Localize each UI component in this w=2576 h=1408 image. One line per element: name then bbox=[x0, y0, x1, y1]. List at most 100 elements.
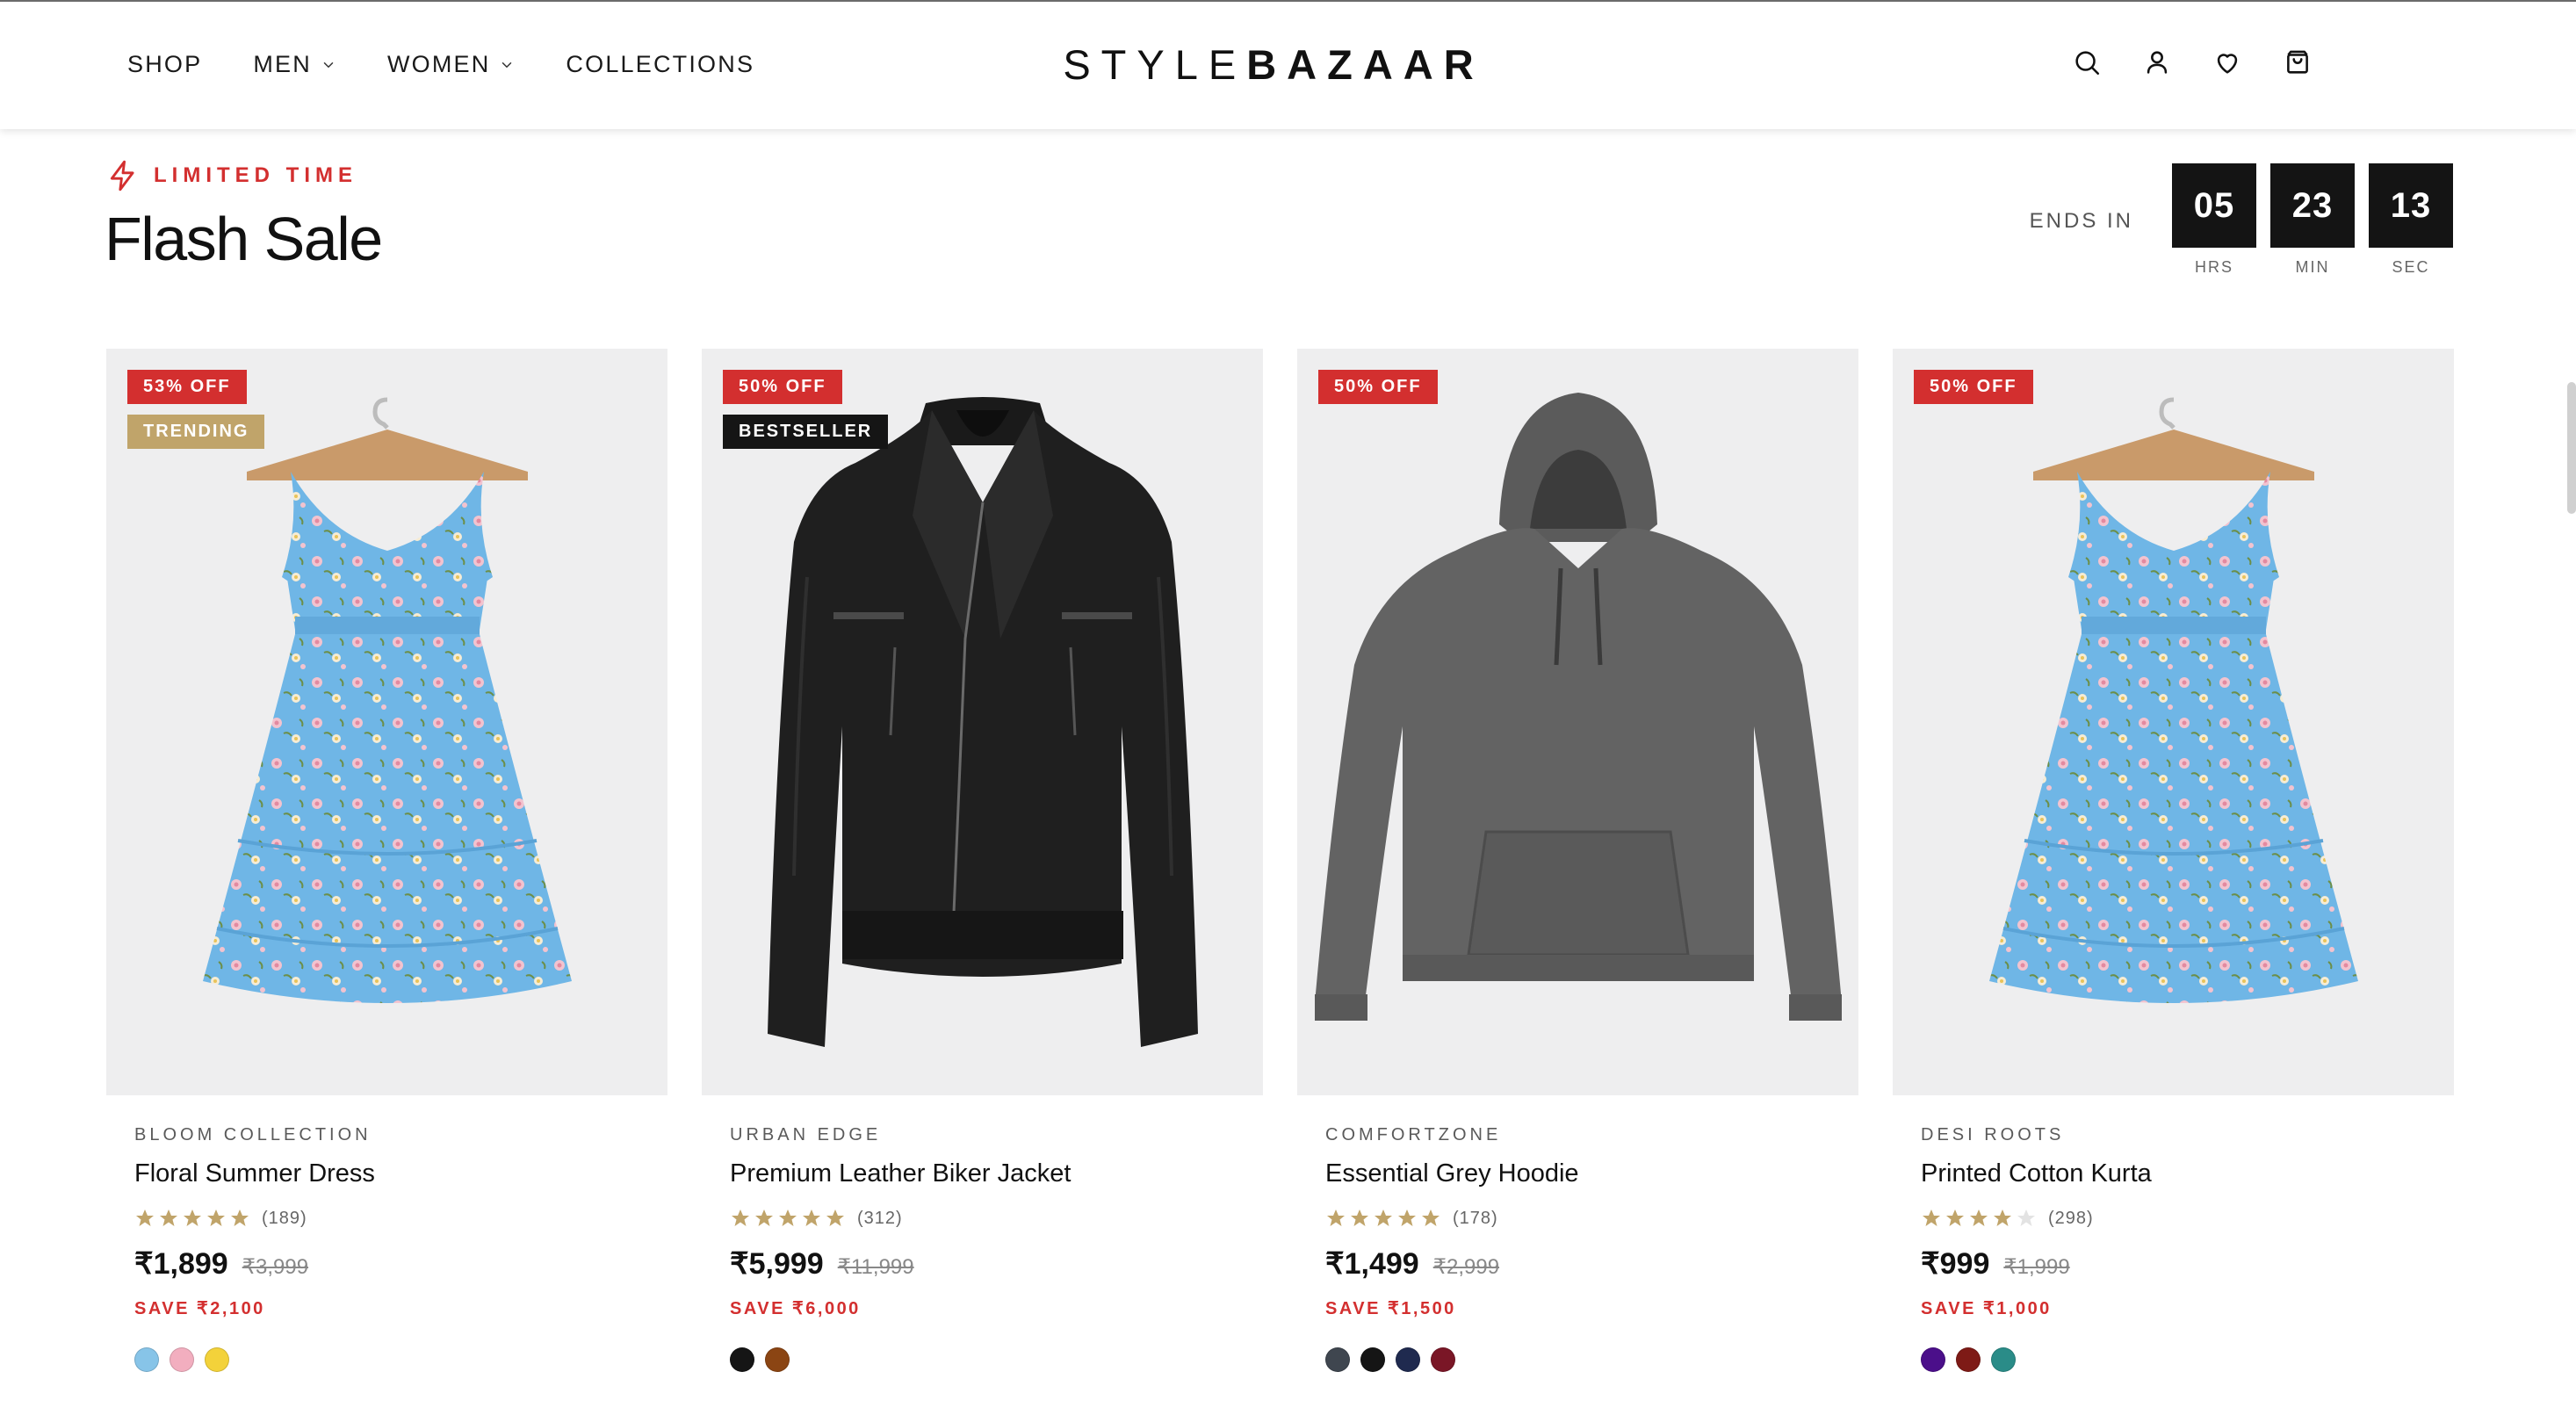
star-icon bbox=[826, 1209, 844, 1226]
star-icon bbox=[231, 1209, 249, 1226]
star-icon bbox=[1994, 1209, 2011, 1226]
sale-price: ₹1,899 bbox=[134, 1247, 228, 1281]
countdown-minutes-value: 23 bbox=[2270, 163, 2355, 248]
page-scrollbar[interactable] bbox=[2567, 382, 2576, 514]
color-swatch[interactable] bbox=[1921, 1347, 1945, 1372]
original-price: ₹11,999 bbox=[837, 1255, 914, 1279]
product-info: DESI ROOTS Printed Cotton Kurta (298) ₹9… bbox=[1893, 1095, 2454, 1372]
discount-badge: 53% OFF bbox=[127, 370, 247, 404]
logo-word-style: STYLE bbox=[1063, 41, 1247, 88]
color-swatch[interactable] bbox=[730, 1347, 754, 1372]
grey-hoodie-image bbox=[1315, 393, 1842, 1021]
product-image[interactable]: 50% OFF BESTSELLER bbox=[702, 349, 1263, 1095]
limited-time-eyebrow: LIMITED TIME bbox=[106, 159, 357, 192]
product-brand: URBAN EDGE bbox=[730, 1125, 882, 1144]
color-swatches bbox=[134, 1347, 667, 1372]
product-image[interactable]: 50% OFF bbox=[1297, 349, 1858, 1095]
header-actions bbox=[2031, 47, 2313, 77]
star-icon bbox=[1422, 1209, 1440, 1226]
star-empty-icon bbox=[2017, 1209, 2035, 1226]
star-icon bbox=[1946, 1209, 1964, 1226]
discount-badge: 50% OFF bbox=[1914, 370, 2033, 404]
countdown-minutes: 23 MIN bbox=[2270, 163, 2355, 277]
color-swatch[interactable] bbox=[1991, 1347, 2016, 1372]
product-name[interactable]: Printed Cotton Kurta bbox=[1921, 1159, 2454, 1188]
product-rating: (312) bbox=[730, 1208, 1263, 1229]
product-info: BLOOM COLLECTION Floral Summer Dress (18… bbox=[106, 1095, 667, 1372]
bestseller-badge: BESTSELLER bbox=[723, 415, 889, 449]
product-name[interactable]: Floral Summer Dress bbox=[134, 1159, 667, 1188]
search-icon[interactable] bbox=[2072, 47, 2102, 77]
product-card[interactable]: 50% OFF BESTSELLER URBAN EDGE Premium Le… bbox=[702, 349, 1263, 1372]
color-swatches bbox=[730, 1347, 1263, 1372]
star-icon bbox=[1351, 1209, 1368, 1226]
shopping-bag-icon[interactable] bbox=[2283, 47, 2313, 77]
color-swatch[interactable] bbox=[134, 1347, 159, 1372]
product-name[interactable]: Premium Leather Biker Jacket bbox=[730, 1159, 1263, 1188]
star-icon bbox=[184, 1209, 201, 1226]
star-icon bbox=[1398, 1209, 1416, 1226]
badge-group: 53% OFF TRENDING bbox=[127, 370, 265, 459]
wishlist-heart-icon[interactable] bbox=[2212, 47, 2242, 77]
star-icon bbox=[1327, 1209, 1345, 1226]
countdown-seconds: 13 SEC bbox=[2369, 163, 2453, 277]
color-swatch[interactable] bbox=[1956, 1347, 1981, 1372]
trending-badge: TRENDING bbox=[127, 415, 265, 449]
badge-group: 50% OFF BESTSELLER bbox=[723, 370, 889, 459]
product-rating: (178) bbox=[1325, 1208, 1858, 1229]
color-swatch[interactable] bbox=[1325, 1347, 1350, 1372]
product-name[interactable]: Essential Grey Hoodie bbox=[1325, 1159, 1858, 1188]
account-icon[interactable] bbox=[2142, 47, 2172, 77]
product-info: COMFORTZONE Essential Grey Hoodie (178) … bbox=[1297, 1095, 1858, 1372]
product-card[interactable]: 50% OFF DESI ROOTS Printed Cotton Kurta … bbox=[1893, 349, 2454, 1372]
floral-dress-image bbox=[1989, 397, 2358, 1003]
badge-group: 50% OFF bbox=[1914, 370, 2033, 415]
countdown-seconds-label: SEC bbox=[2392, 258, 2430, 276]
star-icon bbox=[732, 1209, 749, 1226]
star-icon bbox=[160, 1209, 177, 1226]
product-image[interactable]: 53% OFF TRENDING bbox=[106, 349, 667, 1095]
star-icon bbox=[1375, 1209, 1392, 1226]
star-icon bbox=[1923, 1209, 1940, 1226]
review-count: (178) bbox=[1453, 1208, 1498, 1228]
star-icon bbox=[207, 1209, 225, 1226]
color-swatch[interactable] bbox=[170, 1347, 194, 1372]
floral-dress-image bbox=[203, 397, 572, 1003]
color-swatches bbox=[1921, 1347, 2454, 1372]
ends-in-label: ENDS IN bbox=[2029, 209, 2133, 233]
countdown-hours-label: HRS bbox=[2194, 258, 2233, 276]
leather-jacket-image bbox=[768, 397, 1198, 1047]
product-image[interactable]: 50% OFF bbox=[1893, 349, 2454, 1095]
price-row: ₹1,899 ₹3,999 bbox=[134, 1246, 667, 1282]
color-swatches bbox=[1325, 1347, 1858, 1372]
original-price: ₹2,999 bbox=[1432, 1255, 1500, 1279]
badge-group: 50% OFF bbox=[1318, 370, 1438, 415]
star-icon bbox=[136, 1209, 154, 1226]
color-swatch[interactable] bbox=[1360, 1347, 1385, 1372]
product-card[interactable]: 50% OFF COMFORTZONE Essential Grey Hoodi… bbox=[1297, 349, 1858, 1372]
product-brand: DESI ROOTS bbox=[1921, 1125, 2065, 1144]
original-price: ₹1,999 bbox=[2003, 1255, 2070, 1279]
countdown-hours: 05 HRS bbox=[2172, 163, 2256, 277]
product-brand: BLOOM COLLECTION bbox=[134, 1125, 372, 1144]
product-brand: COMFORTZONE bbox=[1325, 1125, 1502, 1144]
price-row: ₹1,499 ₹2,999 bbox=[1325, 1246, 1858, 1282]
sale-price: ₹5,999 bbox=[730, 1247, 824, 1281]
color-swatch[interactable] bbox=[1431, 1347, 1455, 1372]
color-swatch[interactable] bbox=[205, 1347, 229, 1372]
product-rating: (189) bbox=[134, 1208, 667, 1229]
star-icon bbox=[779, 1209, 797, 1226]
discount-badge: 50% OFF bbox=[723, 370, 842, 404]
product-rating: (298) bbox=[1921, 1208, 2454, 1229]
review-count: (298) bbox=[2048, 1208, 2094, 1228]
countdown-hours-value: 05 bbox=[2172, 163, 2256, 248]
color-swatch[interactable] bbox=[1396, 1347, 1420, 1372]
product-card[interactable]: 53% OFF TRENDING BLOOM COLLECTION Floral… bbox=[106, 349, 667, 1372]
review-count: (312) bbox=[857, 1208, 903, 1228]
savings-text: SAVE ₹6,000 bbox=[730, 1299, 861, 1318]
savings-text: SAVE ₹1,000 bbox=[1921, 1299, 2052, 1318]
lightning-icon bbox=[110, 160, 134, 191]
color-swatch[interactable] bbox=[765, 1347, 790, 1372]
countdown-timer: ENDS IN 05 HRS 23 MIN 13 SEC bbox=[2030, 163, 2453, 277]
savings-text: SAVE ₹1,500 bbox=[1325, 1299, 1456, 1318]
